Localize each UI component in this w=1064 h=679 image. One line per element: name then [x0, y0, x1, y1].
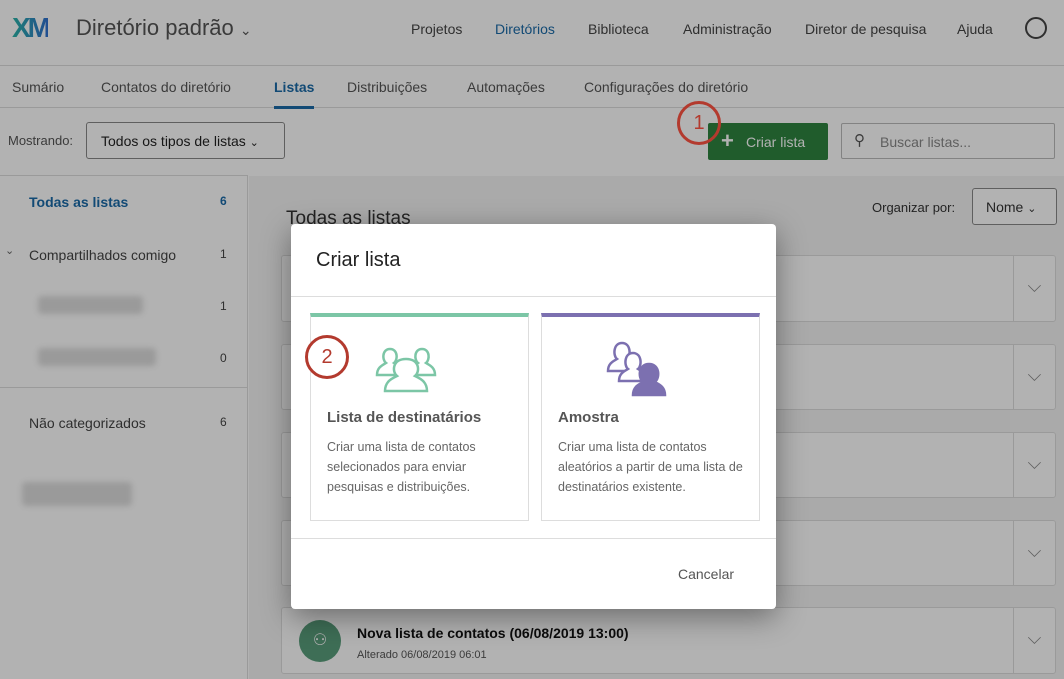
- group-users-icon: [375, 347, 437, 393]
- modal-title: Criar lista: [316, 249, 401, 271]
- sample-users-icon: [606, 341, 667, 397]
- option-title: Amostra: [558, 409, 619, 426]
- annotation-marker: 2: [305, 335, 349, 379]
- option-description: Criar uma lista de contatos selecionados…: [327, 440, 476, 494]
- option-sample[interactable]: Amostra Criar uma lista de contatos alea…: [541, 313, 760, 521]
- annotation-marker: 1: [677, 101, 721, 145]
- divider: [291, 296, 776, 297]
- create-list-modal: Criar lista Lista de destinatários Criar…: [291, 224, 776, 609]
- option-title: Lista de destinatários: [327, 409, 482, 426]
- cancel-button[interactable]: Cancelar: [678, 566, 734, 582]
- divider: [291, 538, 776, 539]
- option-description: Criar uma lista de contatos aleatórios a…: [558, 440, 743, 494]
